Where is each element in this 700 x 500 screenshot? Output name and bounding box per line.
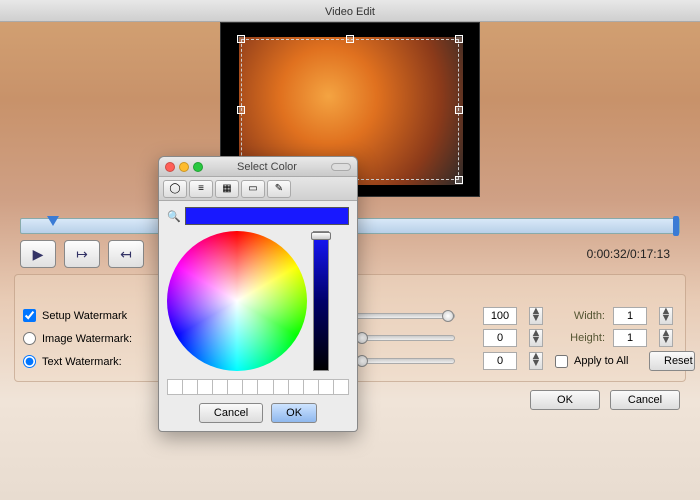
- palette-mode-icon[interactable]: ▦: [215, 180, 239, 198]
- brightness-thumb[interactable]: [311, 232, 331, 240]
- minimize-icon[interactable]: [179, 162, 189, 172]
- timeline-playhead[interactable]: [47, 216, 59, 226]
- image-watermark-radio[interactable]: [23, 332, 36, 345]
- timecode-display: 0:00:32/0:17:13: [587, 247, 670, 261]
- text-watermark-radio[interactable]: [23, 355, 36, 368]
- crop-handle-top-right[interactable]: [455, 35, 463, 43]
- opacity-spinner[interactable]: ▲▼: [529, 307, 543, 325]
- apply-all-row[interactable]: Apply to All: [555, 355, 651, 368]
- magnifier-icon[interactable]: 🔍: [167, 210, 181, 223]
- top-value[interactable]: 0: [483, 329, 517, 347]
- text-watermark-label: Text Watermark:: [42, 356, 122, 368]
- width-value[interactable]: 1: [613, 307, 647, 325]
- width-spinner[interactable]: ▲▼: [659, 307, 673, 325]
- height-value[interactable]: 1: [613, 329, 647, 347]
- left-slider[interactable]: [355, 358, 455, 364]
- apply-all-checkbox[interactable]: [555, 355, 568, 368]
- height-label: Height:: [555, 332, 605, 344]
- color-picker-titlebar[interactable]: Select Color: [159, 157, 357, 177]
- crop-handle-mid-right[interactable]: [455, 106, 463, 114]
- window-title: Video Edit: [325, 6, 375, 18]
- ok-button[interactable]: OK: [530, 390, 600, 410]
- apply-all-label: Apply to All: [574, 355, 628, 367]
- color-ok-button[interactable]: OK: [271, 403, 317, 423]
- crop-handle-top-left[interactable]: [237, 35, 245, 43]
- zoom-icon[interactable]: [193, 162, 203, 172]
- color-preview-row: 🔍: [167, 207, 349, 225]
- window-titlebar: Video Edit: [0, 0, 700, 22]
- swatch-palette[interactable]: [167, 379, 349, 395]
- cancel-button[interactable]: Cancel: [610, 390, 680, 410]
- opacity-slider[interactable]: [355, 313, 455, 319]
- image-watermark-label: Image Watermark:: [42, 333, 132, 345]
- play-button[interactable]: ▶: [20, 240, 56, 268]
- wheel-mode-icon[interactable]: ◯: [163, 180, 187, 198]
- top-spinner[interactable]: ▲▼: [529, 329, 543, 347]
- left-spinner[interactable]: ▲▼: [529, 352, 543, 370]
- color-wheel[interactable]: [167, 231, 307, 371]
- color-picker-window[interactable]: Select Color ◯ ≡ ▦ ▭ ✎ 🔍 Cancel OK: [158, 156, 358, 432]
- opacity-value[interactable]: 100: [483, 307, 517, 325]
- setup-watermark-label: Setup Watermark: [42, 310, 127, 322]
- color-cancel-button[interactable]: Cancel: [199, 403, 263, 423]
- width-label: Width:: [555, 310, 605, 322]
- color-picker-title: Select Color: [207, 161, 327, 173]
- image-mode-icon[interactable]: ▭: [241, 180, 265, 198]
- reset-button[interactable]: Reset: [649, 351, 695, 371]
- height-spinner[interactable]: ▲▼: [659, 329, 673, 347]
- crop-handle-bot-right[interactable]: [455, 176, 463, 184]
- brightness-slider[interactable]: [313, 231, 329, 371]
- left-value[interactable]: 0: [483, 352, 517, 370]
- top-slider[interactable]: [355, 335, 455, 341]
- crop-handle-top-mid[interactable]: [346, 35, 354, 43]
- mark-in-button[interactable]: ↦: [64, 240, 100, 268]
- setup-watermark-checkbox[interactable]: [23, 309, 36, 322]
- crop-handle-mid-left[interactable]: [237, 106, 245, 114]
- current-color-swatch[interactable]: [185, 207, 349, 225]
- sliders-mode-icon[interactable]: ≡: [189, 180, 213, 198]
- timeline-end-marker[interactable]: [673, 216, 679, 236]
- color-picker-toolbar: ◯ ≡ ▦ ▭ ✎: [159, 177, 357, 201]
- toolbar-toggle-icon[interactable]: [331, 163, 351, 171]
- opacity-slider-thumb[interactable]: [442, 310, 454, 322]
- close-icon[interactable]: [165, 162, 175, 172]
- crayons-mode-icon[interactable]: ✎: [267, 180, 291, 198]
- mark-out-button[interactable]: ↤: [108, 240, 144, 268]
